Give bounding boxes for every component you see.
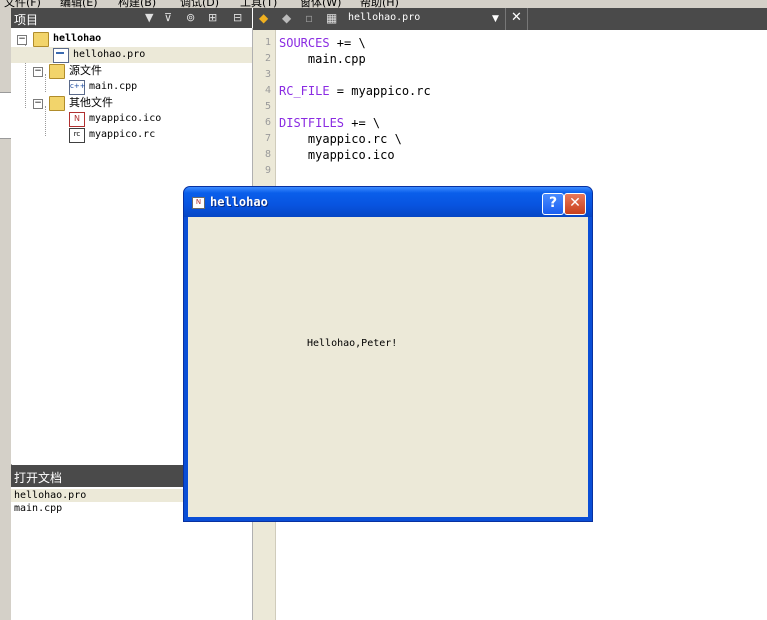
- line-number: 3: [264, 69, 271, 80]
- filter-icon[interactable]: ⊽: [164, 11, 172, 24]
- app-window-titlebar[interactable]: N hellohao ? ✕: [184, 187, 592, 217]
- menu-bar: 文件(F) 编辑(E) 构建(B) 调试(D) 工具(T) 窗体(W) 帮助(H…: [0, 0, 767, 8]
- app-window-client-area: Hellohao,Peter!: [188, 217, 588, 517]
- collapse-icon[interactable]: −: [33, 99, 43, 109]
- line-number: 4: [264, 85, 271, 96]
- close-button[interactable]: ✕: [564, 193, 586, 215]
- collapse-icon[interactable]: −: [17, 35, 27, 45]
- line-number: 7: [264, 133, 271, 144]
- close-editor-icon[interactable]: ✕: [511, 10, 522, 25]
- tree-item-label: myappico.ico: [89, 113, 162, 124]
- tree-item-label: main.cpp: [89, 81, 138, 92]
- code-line[interactable]: SOURCES += \: [279, 35, 366, 51]
- menu-tools[interactable]: 工具(T): [240, 0, 277, 8]
- qt-project-icon: [33, 32, 49, 47]
- mode-selector-active[interactable]: [0, 92, 11, 139]
- menu-edit[interactable]: 编辑(E): [60, 0, 98, 8]
- code-line[interactable]: RC_FILE = myappico.rc: [279, 83, 431, 99]
- open-doc-item[interactable]: main.cpp: [14, 502, 62, 515]
- lock-icon[interactable]: ▫: [305, 11, 313, 25]
- line-number: 1: [264, 37, 271, 48]
- project-panel-header: 项目 ▼ ⊽ ⊚ ⊞ ⊟: [11, 8, 252, 28]
- cpp-file-icon: c++: [69, 80, 86, 95]
- back-arrow-icon[interactable]: ◆: [259, 11, 268, 25]
- menu-help[interactable]: 帮助(H): [360, 0, 399, 8]
- menu-build[interactable]: 构建(B): [118, 0, 156, 8]
- line-number: 6: [264, 117, 271, 128]
- code-line[interactable]: DISTFILES += \: [279, 115, 380, 131]
- tree-root-label: hellohao: [53, 33, 102, 44]
- icon-file-icon: N: [69, 112, 85, 127]
- tree-folder-label: 源文件: [69, 64, 102, 77]
- forward-arrow-icon[interactable]: ◆: [282, 11, 291, 25]
- file-dropdown-icon[interactable]: ▼: [492, 14, 499, 24]
- open-documents-title: 打开文档: [14, 471, 63, 485]
- split-icon[interactable]: ⊞: [208, 11, 217, 24]
- collapse-icon[interactable]: −: [33, 67, 43, 77]
- hello-label: Hellohao,Peter!: [307, 338, 398, 349]
- menu-window[interactable]: 窗体(W): [300, 0, 341, 8]
- line-number: 9: [264, 165, 271, 176]
- link-icon[interactable]: ⊚: [186, 11, 195, 24]
- panel-dropdown-icon[interactable]: ▼: [145, 11, 153, 24]
- folder-icon: [49, 96, 65, 111]
- code-line[interactable]: myappico.ico: [279, 147, 395, 163]
- line-number: 2: [264, 53, 271, 64]
- resource-file-icon: rc: [69, 128, 85, 143]
- editor-toolbar: ◆ ◆ ▫ ▦ hellohao.pro ▼ ✕: [253, 8, 767, 30]
- app-window: N hellohao ? ✕ Hellohao,Peter!: [184, 187, 592, 521]
- folder-icon: [49, 64, 65, 79]
- close-panel-icon[interactable]: ⊟: [233, 11, 242, 24]
- project-panel-title: 项目: [14, 13, 39, 27]
- code-line[interactable]: main.cpp: [279, 51, 366, 67]
- help-button[interactable]: ?: [542, 193, 564, 215]
- app-icon: N: [192, 197, 205, 209]
- tree-folder-label: 其他文件: [69, 96, 113, 109]
- menu-file[interactable]: 文件(F): [4, 0, 41, 8]
- pro-file-icon: ▦: [326, 11, 338, 25]
- pro-file-icon: [53, 48, 69, 63]
- code-line[interactable]: myappico.rc \: [279, 131, 402, 147]
- line-number: 5: [264, 101, 271, 112]
- tree-item-pro[interactable]: hellohao.pro: [11, 47, 252, 63]
- app-window-title: hellohao: [210, 195, 268, 209]
- tree-item-label: hellohao.pro: [73, 49, 146, 60]
- line-number: 8: [264, 149, 271, 160]
- menu-debug[interactable]: 调试(D): [180, 0, 219, 8]
- tree-item-label: myappico.rc: [89, 129, 156, 140]
- current-file-name[interactable]: hellohao.pro: [348, 12, 420, 23]
